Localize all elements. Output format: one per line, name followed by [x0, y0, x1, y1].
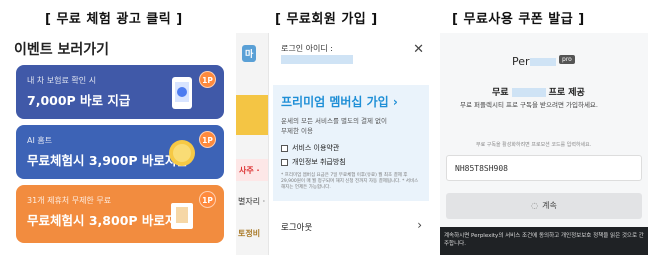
phone-icon — [172, 77, 192, 109]
event-card-subtitle: AI 홈트 — [27, 136, 53, 145]
app-logo: 마 — [242, 45, 257, 62]
logo-redacted — [529, 58, 556, 66]
caption-free-coupon: [ 무료사용 쿠폰 발급 ] — [452, 12, 585, 27]
point-badge: 1P — [199, 191, 216, 208]
coupon-panel: Per pro 무료 프로 제공 무료 퍼플렉시티 프로 구독을 받으려면 가입하… — [440, 33, 648, 255]
event-card-unlimited-free[interactable]: 31개 제휴처 무제한 무료 무료체험시 3,800P 바로지급 1P — [16, 185, 224, 243]
checkbox[interactable] — [281, 158, 288, 166]
promo-code-hint: 무료 구독을 활성화하려면 프로모션 코드를 입력하세요. — [476, 142, 592, 148]
event-card-ai-home-training[interactable]: AI 홈트 무료체험시 3,900P 바로지급 1P — [16, 125, 224, 179]
continue-label: 계속 — [542, 201, 557, 210]
terms-checkbox-row[interactable]: 서비스 이용약관 — [281, 143, 339, 153]
logo-text: Per — [512, 55, 530, 68]
background-menu-item: 사주 · — [236, 159, 268, 181]
privacy-checkbox-row[interactable]: 개인정보 취급방침 — [281, 157, 346, 167]
pro-badge: pro — [559, 55, 575, 64]
premium-description: 무제한 이용 — [281, 127, 313, 135]
coin-icon — [169, 140, 195, 166]
logout-button[interactable]: 로그아웃 — [281, 221, 312, 233]
background-app-strip: 마 사주 · 별자리 · 토정비 — [236, 33, 268, 255]
close-icon[interactable]: ✕ — [413, 42, 424, 57]
membership-panel: 마 사주 · 별자리 · 토정비 로그인 아이디 : ✕ 프리미엄 멤버십 가입… — [236, 33, 432, 255]
heading-left: 무료 — [492, 88, 509, 98]
terms-label: 서비스 이용약관 — [292, 144, 340, 152]
premium-description: 운세의 모든 서비스를 별도의 결제 없이 — [281, 117, 388, 125]
point-badge: 1P — [199, 71, 216, 88]
loading-spinner-icon: ◌ — [531, 201, 539, 210]
terms-footer: 계속하시면 Perplexity의 서비스 조건에 동의하고 개인정보보호 정책… — [440, 227, 648, 255]
chevron-right-icon[interactable]: › — [417, 218, 422, 232]
caption-free-membership: [ 무료회원 가입 ] — [275, 12, 378, 27]
background-menu-item: 토정비 — [238, 229, 261, 238]
premium-membership-box[interactable]: 프리미엄 멤버십 가입 › 운세의 모든 서비스를 별도의 결제 없이 무제한 … — [273, 85, 429, 201]
login-id-label: 로그인 아이디 : — [281, 44, 333, 53]
events-title: 이벤트 보러가기 — [14, 42, 110, 58]
gift-box-icon — [171, 203, 193, 229]
perplexity-pro-logo: Per pro — [512, 55, 575, 68]
event-card-subtitle: 31개 제휴처 무제한 무료 — [27, 196, 112, 205]
login-id-redacted — [281, 55, 353, 64]
events-panel: 이벤트 보러가기 내 차 보험료 확인 시 7,000P 바로 지급 1P AI… — [12, 33, 230, 255]
caption-free-trial-ad: [ 무료 체험 광고 클릭 ] — [45, 12, 183, 27]
coupon-heading: 무료 프로 제공 — [492, 85, 585, 98]
event-card-reward: 7,000P 바로 지급 — [27, 93, 131, 108]
background-banner — [236, 95, 268, 135]
premium-fine-print: * 프리미엄 멤버십 요금은 7일 무료체험 이후(유료) 월 최초 결제 후 … — [281, 173, 419, 190]
point-badge: 1P — [199, 131, 216, 148]
privacy-label: 개인정보 취급방침 — [292, 158, 346, 166]
checkbox[interactable] — [281, 144, 288, 152]
heading-right: 프로 제공 — [548, 88, 585, 98]
continue-button[interactable]: ◌ 계속 — [446, 193, 642, 219]
premium-membership-link[interactable]: 프리미엄 멤버십 가입 › — [281, 93, 398, 110]
event-card-subtitle: 내 차 보험료 확인 시 — [27, 76, 97, 85]
event-card-reward: 무료체험시 3,900P 바로지급 — [27, 153, 188, 168]
background-menu-item: 별자리 · — [238, 197, 266, 206]
event-card-reward: 무료체험시 3,800P 바로지급 — [27, 213, 188, 228]
heading-redacted — [511, 88, 546, 97]
account-modal: 로그인 아이디 : ✕ 프리미엄 멤버십 가입 › 운세의 모든 서비스를 별도… — [268, 33, 432, 255]
event-card-car-insurance[interactable]: 내 차 보험료 확인 시 7,000P 바로 지급 1P — [16, 65, 224, 119]
promo-code-input[interactable]: NH85T8SH908 — [446, 155, 642, 181]
coupon-subtitle: 무료 퍼플렉시티 프로 구독을 받으려면 가입하세요. — [460, 101, 598, 109]
